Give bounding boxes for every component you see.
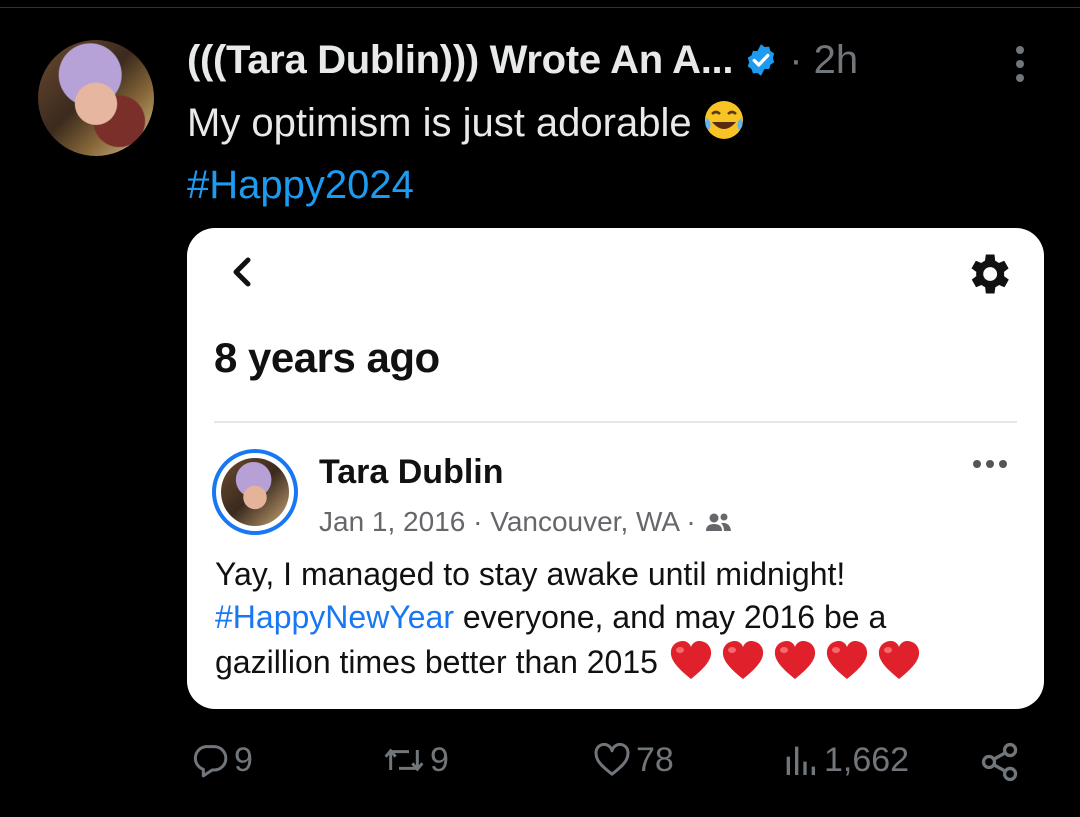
repost-button[interactable]: 9 xyxy=(382,740,449,780)
hearts-row xyxy=(668,639,922,681)
views-button[interactable]: 1,662 xyxy=(780,740,909,780)
author-avatar[interactable] xyxy=(38,40,154,156)
reply-icon xyxy=(193,745,228,778)
face-with-tears-of-joy-emoji xyxy=(704,101,743,139)
red-heart-emoji xyxy=(670,641,712,679)
card-divider xyxy=(214,421,1017,423)
reply-count: 9 xyxy=(234,740,253,779)
post-line: gazillion times better than 2015 xyxy=(215,644,658,680)
post-author-avatar xyxy=(212,449,298,535)
tweet-actions: 9 9 78 1,662 xyxy=(0,740,1080,792)
red-heart-emoji xyxy=(722,641,764,679)
post-date-location: Jan 1, 2016 · Vancouver, WA · xyxy=(319,506,696,537)
share-icon xyxy=(981,742,1018,782)
like-count: 78 xyxy=(636,740,674,779)
tweet-header: (((Tara Dublin))) Wrote An A... · 2h xyxy=(187,36,858,84)
red-heart-emoji xyxy=(774,641,816,679)
gear-icon xyxy=(971,254,1009,294)
verified-badge-icon xyxy=(748,44,775,76)
post-body: Yay, I managed to stay awake until midni… xyxy=(215,553,922,684)
views-bar-chart-icon xyxy=(786,746,815,775)
views-count: 1,662 xyxy=(824,740,910,779)
chevron-left-icon xyxy=(233,257,251,287)
embedded-image-card[interactable]: 8 years ago Tara Dublin Jan 1, 2016 · Va… xyxy=(187,228,1044,709)
red-heart-emoji xyxy=(878,641,920,679)
post-meta: Jan 1, 2016 · Vancouver, WA · xyxy=(319,506,732,538)
top-divider xyxy=(0,0,1080,8)
tweet-text-line: My optimism is just adorable xyxy=(187,101,692,145)
tweet-text: My optimism is just adorable #Happy2024 xyxy=(187,92,746,216)
post-author-name: Tara Dublin xyxy=(319,453,504,491)
post-line: Yay, I managed to stay awake until midni… xyxy=(215,556,846,592)
memory-title: 8 years ago xyxy=(214,334,440,381)
reply-button[interactable]: 9 xyxy=(190,740,253,780)
friends-icon xyxy=(705,513,731,531)
author-name[interactable]: (((Tara Dublin))) Wrote An A... xyxy=(187,38,734,83)
repost-count: 9 xyxy=(430,740,449,779)
like-button[interactable]: 78 xyxy=(592,740,674,780)
more-vertical-icon[interactable] xyxy=(1008,42,1032,82)
post-hashtag: #HappyNewYear xyxy=(215,599,454,635)
red-heart-emoji xyxy=(826,641,868,679)
post-line: everyone, and may 2016 be a xyxy=(453,599,887,635)
hashtag-link[interactable]: #Happy2024 xyxy=(187,154,746,216)
tweet-timestamp[interactable]: · 2h xyxy=(789,38,858,83)
repost-icon xyxy=(384,748,424,772)
post-more-icon xyxy=(973,460,1013,472)
share-button[interactable] xyxy=(978,740,1022,784)
heart-icon xyxy=(594,742,630,776)
